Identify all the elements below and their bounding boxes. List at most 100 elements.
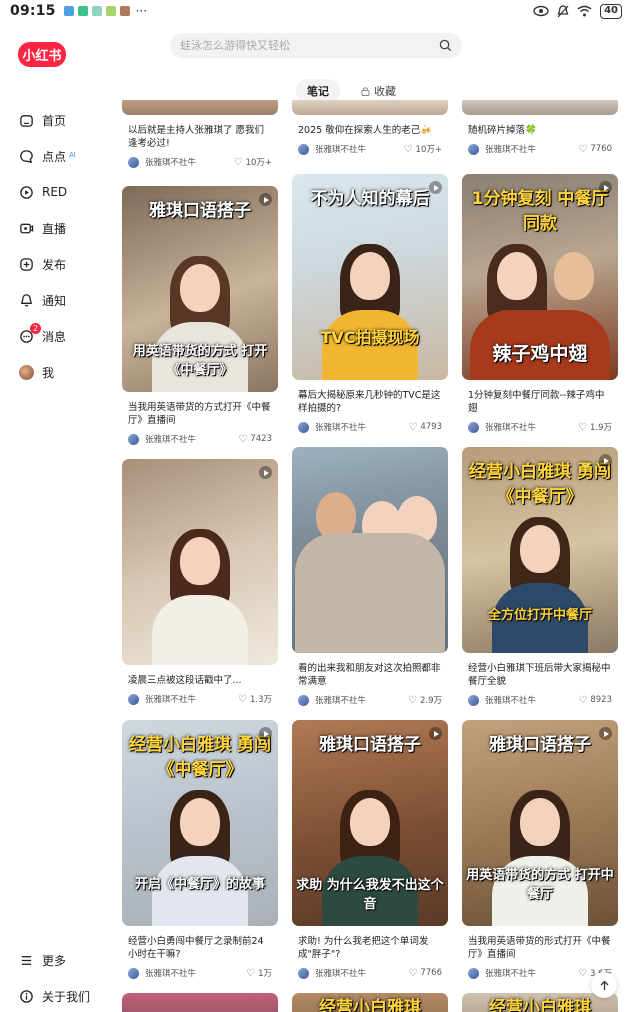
like-button[interactable]: ♡ 10万+ — [404, 143, 442, 156]
note-card[interactable]: 不为人知的幕后 TVC拍摄现场 幕后大揭秘原来几秒钟的TVC是这样拍摄的? 张雅… — [292, 174, 448, 433]
unread-badge: 2 — [30, 323, 41, 334]
search-input[interactable] — [180, 39, 439, 52]
status-bar: 09:15 ··· 40 — [0, 0, 632, 22]
heart-icon: ♡ — [233, 156, 243, 168]
cover-figure — [350, 252, 390, 301]
sidebar-item-more[interactable]: 更多 — [18, 942, 90, 978]
sidebar-item-label: 更多 — [42, 953, 67, 968]
like-button[interactable]: ♡ 4793 — [408, 422, 442, 433]
note-card[interactable]: 1分钟复刻 中餐厅同款 辣子鸡中翅 1分钟复刻中餐厅同款--辣子鸡中翅 张雅琪不… — [462, 174, 618, 433]
like-count: 2.9万 — [419, 696, 442, 706]
author-name: 张雅琪不社牛 — [145, 435, 197, 445]
note-card[interactable]: 经营小白雅琪 勇闯《中餐厅》 全方位打开中餐厅 经营小白雅琪下班后带大家揭秘中餐… — [462, 447, 618, 706]
note-card[interactable]: 以后就是主持人张雅琪了 愿我们逢考必过! 张雅琪不社牛 ♡ 10万+ — [122, 100, 278, 168]
sidebar-item-label: 发布 — [42, 257, 67, 272]
heart-icon: ♡ — [238, 433, 248, 445]
like-count: 10万+ — [415, 145, 442, 155]
note-meta: 张雅琪不社牛 ♡ 8923 — [462, 694, 618, 706]
note-card[interactable]: 雅琪口语搭子 求助 为什么我发不出这个音 求助! 为什么我老把这个单词发成"胖子… — [292, 720, 448, 979]
like-button[interactable]: ♡ 2.9万 — [408, 694, 442, 707]
sidebar-item-publish[interactable]: 发布 — [18, 246, 76, 282]
sidebar-item-messages[interactable]: 2 消息 — [18, 318, 76, 354]
note-title: 当我用英语带货的方式打开《中餐厅》直播间 — [128, 402, 271, 426]
note-card[interactable]: 看的出来我和朋友对这次拍照都非常满意 张雅琪不社牛 ♡ 2.9万 — [292, 447, 448, 706]
bell-icon — [18, 292, 34, 308]
sidebar-item-label: 点点 — [42, 149, 67, 164]
live-camera-icon — [18, 220, 34, 236]
play-circle-icon — [18, 184, 34, 200]
note-cover: 经营小白雅琪 勇闯《中餐厅》 开启《中餐厅》的故事 — [122, 720, 278, 926]
cover-headline: 雅琪口语搭子 — [149, 201, 251, 221]
author-avatar — [298, 421, 309, 433]
like-button[interactable]: ♡ 1.9万 — [578, 421, 612, 434]
note-meta: 张雅琪不社牛 ♡ 7766 — [292, 967, 448, 979]
author-name: 张雅琪不社牛 — [315, 145, 367, 155]
info-icon — [18, 988, 34, 1004]
like-button[interactable]: ♡ 7423 — [238, 434, 272, 445]
author-avatar — [468, 967, 479, 979]
note-card[interactable]: 经营小白雅琪 勇闯《中餐厅》 开启《中餐厅》的故事 经营小白勇闯中餐厅之录制前2… — [122, 720, 278, 979]
sidebar-item-me[interactable]: 我 — [18, 354, 76, 390]
heart-icon: ♡ — [408, 694, 417, 706]
like-count: 7423 — [250, 434, 272, 444]
like-count: 8923 — [590, 695, 612, 705]
note-card[interactable]: 雅琪口语搭子 用英语带货的方式 打开中餐厅 当我用英语带货的形式打开《中餐厅》直… — [462, 720, 618, 979]
video-play-icon — [259, 466, 272, 479]
menu-icon — [18, 952, 34, 968]
like-count: 7760 — [590, 144, 612, 154]
note-card[interactable]: 随机碎片掉落🍀 张雅琪不社牛 ♡ 7760 — [462, 100, 618, 155]
note-meta: 张雅琪不社牛 ♡ 1万 — [122, 967, 278, 979]
sidebar-item-live[interactable]: 直播 — [18, 210, 76, 246]
note-card[interactable]: 雅琪口语搭子 用英语带货的方式 打开《中餐厅》 当我用英语带货的方式打开《中餐厅… — [122, 186, 278, 445]
eye-icon — [533, 5, 549, 17]
note-card[interactable] — [122, 993, 278, 1012]
author-name: 张雅琪不社牛 — [145, 969, 197, 979]
like-count: 1万 — [258, 969, 272, 979]
note-card[interactable]: 2025 敬仰在探索人生的老己🍻 张雅琪不社牛 ♡ 10万+ — [292, 100, 448, 155]
note-feed: 以后就是主持人张雅琪了 愿我们逢考必过! 张雅琪不社牛 ♡ 10万+ 2025 敬… — [106, 100, 632, 1012]
author-avatar — [298, 967, 309, 979]
like-count: 1.9万 — [589, 423, 612, 433]
app-logo[interactable]: 小红书 — [18, 42, 66, 67]
sidebar-item-about[interactable]: 关于我们 — [18, 978, 90, 1012]
author-avatar — [298, 694, 309, 706]
sidebar-item-diandian[interactable]: 点点 AI — [18, 138, 76, 174]
sidebar-item-notifications[interactable]: 通知 — [18, 282, 76, 318]
note-card[interactable]: 经营小白雅琪 — [462, 993, 618, 1012]
author-name: 张雅琪不社牛 — [145, 695, 197, 705]
note-card[interactable]: 经营小白雅琪 — [292, 993, 448, 1012]
heart-icon: ♡ — [578, 421, 587, 433]
like-button[interactable]: ♡ 10万+ — [233, 156, 272, 169]
sidebar-item-red[interactable]: RED — [18, 174, 76, 210]
author-name: 张雅琪不社牛 — [145, 158, 197, 168]
note-meta: 张雅琪不社牛 ♡ 10万+ — [292, 143, 448, 155]
chat-bubble-icon — [18, 148, 34, 164]
sidebar: 小红书 首页 点点 AI RED 直播 发布 通知 2 消息 我 更多 关于我们 — [0, 22, 106, 1012]
like-button[interactable]: ♡ 1.3万 — [238, 693, 272, 706]
author-avatar — [128, 693, 139, 705]
note-title: 求助! 为什么我老把这个单词发成"胖子"? — [298, 936, 429, 960]
sidebar-item-label: 首页 — [42, 113, 67, 128]
search-bar[interactable] — [170, 33, 462, 58]
cover-figure — [554, 252, 595, 301]
note-card[interactable]: 凌晨三点被这段话戳中了... 张雅琪不社牛 ♡ 1.3万 — [122, 459, 278, 705]
tab-label: 收藏 — [374, 85, 396, 98]
like-count: 1.3万 — [249, 695, 272, 705]
cover-headline: 雅琪口语搭子 — [319, 735, 421, 755]
author-avatar — [468, 421, 479, 433]
sidebar-item-label: 通知 — [42, 293, 67, 308]
note-title: 1分钟复刻中餐厅同款--辣子鸡中翅 — [468, 390, 605, 414]
notification-icons — [63, 6, 130, 16]
note-cover — [122, 993, 278, 1012]
sidebar-item-home[interactable]: 首页 — [18, 102, 76, 138]
search-icon[interactable] — [439, 39, 452, 52]
cover-caption: 开启《中餐厅》的故事 — [134, 877, 265, 892]
like-button[interactable]: ♡ 7760 — [578, 144, 612, 155]
like-button[interactable]: ♡ 1万 — [246, 967, 272, 980]
cover-figure — [180, 264, 220, 313]
like-button[interactable]: ♡ 7766 — [408, 968, 442, 979]
video-play-icon — [429, 727, 442, 740]
author-name: 张雅琪不社牛 — [485, 423, 537, 433]
scroll-to-top-button[interactable] — [591, 972, 617, 998]
like-button[interactable]: ♡ 8923 — [578, 695, 612, 706]
